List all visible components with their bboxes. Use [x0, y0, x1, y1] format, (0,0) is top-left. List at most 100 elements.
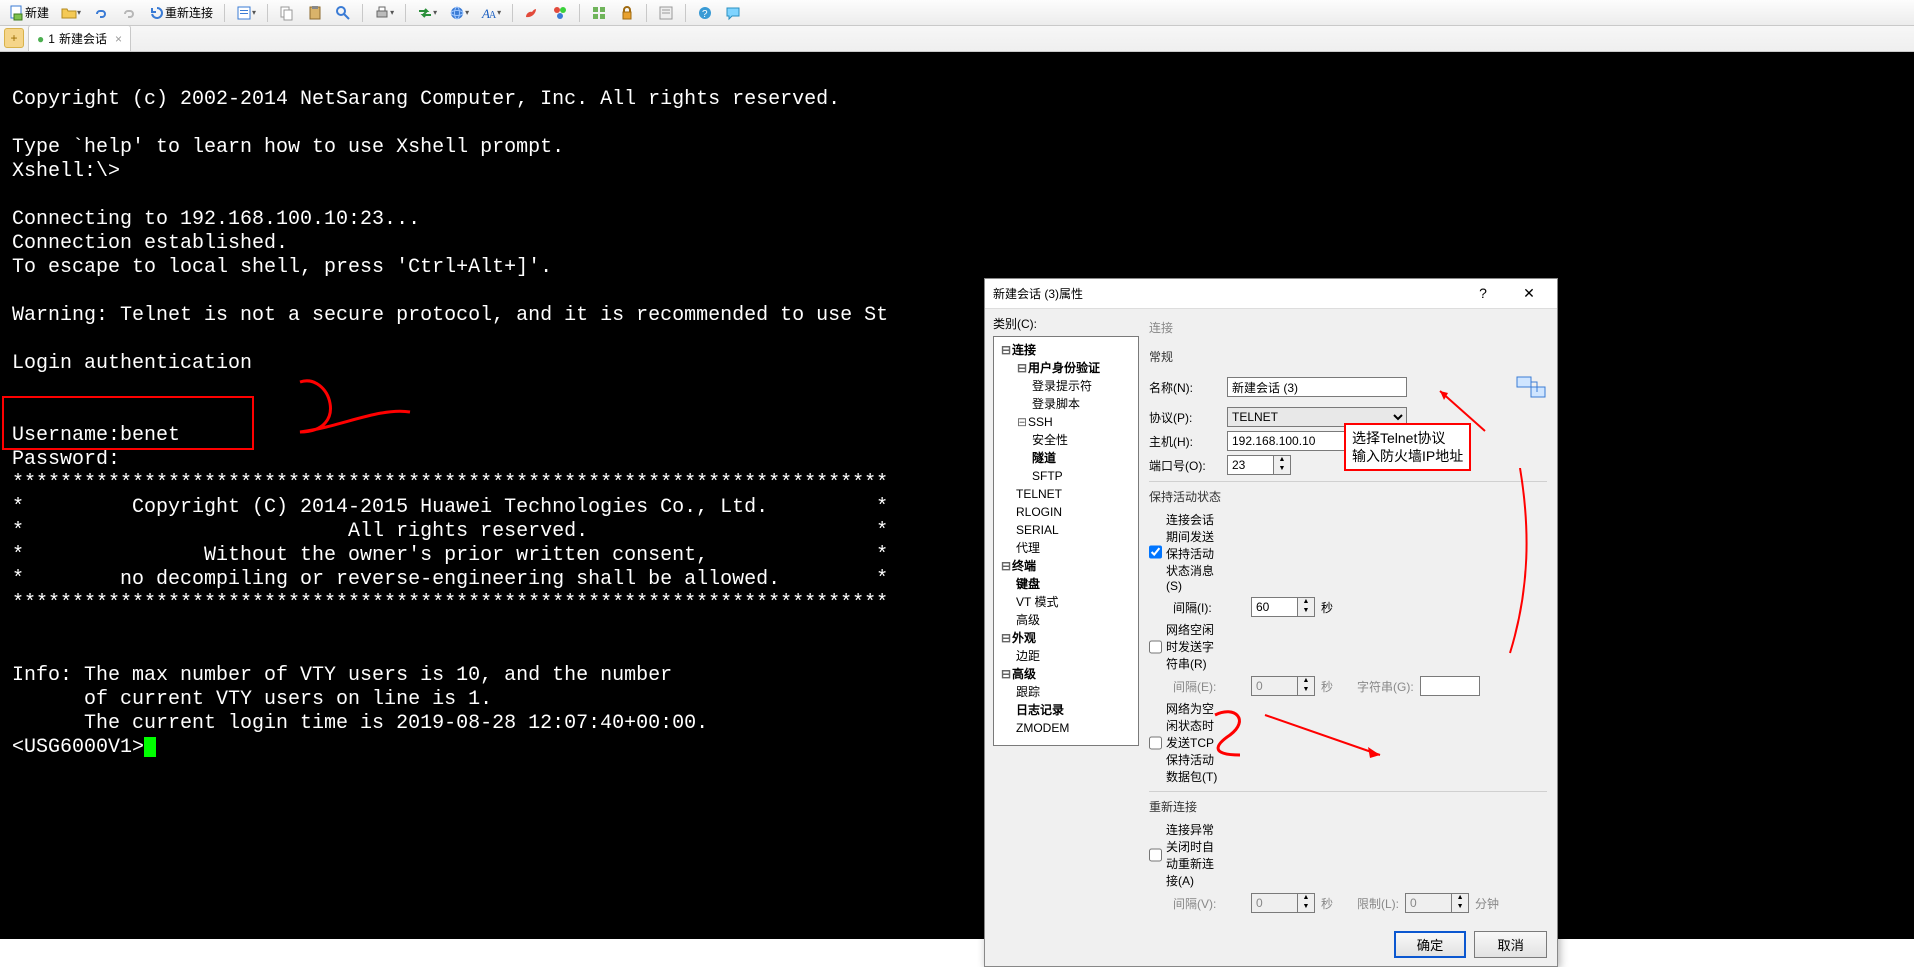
- toolbar-separator: [512, 4, 513, 22]
- tcp-keepalive-checkbox[interactable]: 网络为空闲状态时发送TCP保持活动数据包(T): [1149, 700, 1221, 785]
- tab-label: 新建会话: [59, 30, 107, 47]
- tree-sftp: SFTP: [1000, 467, 1134, 485]
- tree-ssh: ⊟SSH: [1000, 413, 1134, 431]
- idle-string-checkbox[interactable]: 网络空闲时发送字符串(R): [1149, 621, 1221, 672]
- chat-button[interactable]: [720, 2, 746, 24]
- dialog-close-button[interactable]: ✕: [1509, 285, 1549, 302]
- properties-icon: [236, 5, 252, 21]
- name-label: 名称(N):: [1149, 379, 1221, 396]
- term-line: Password:: [12, 448, 120, 471]
- font-button[interactable]: AA▾: [476, 2, 506, 24]
- string-input: [1420, 676, 1480, 696]
- print-button[interactable]: ▾: [369, 2, 399, 24]
- main-toolbar: 新建 ▾ 重新连接 ▾ ▾ ▾ ▾ AA▾ ?: [0, 0, 1914, 26]
- search-icon: [335, 5, 351, 21]
- toolbar-separator: [646, 4, 647, 22]
- interval-e-spinner: ▲▼: [1251, 676, 1315, 696]
- interval-v-label: 间隔(V):: [1173, 895, 1245, 912]
- auto-reconnect-checkbox[interactable]: 连接异常关闭时自动重新连接(A): [1149, 821, 1221, 889]
- toolbar-separator: [579, 4, 580, 22]
- term-line: To escape to local shell, press 'Ctrl+Al…: [12, 256, 552, 279]
- seconds-label: 秒: [1321, 895, 1333, 912]
- lock-button[interactable]: [614, 2, 640, 24]
- properties-button[interactable]: ▾: [231, 2, 261, 24]
- session-tab-1[interactable]: ● 1 新建会话 ×: [28, 25, 131, 51]
- interval-i-spinner[interactable]: ▲▼: [1251, 597, 1315, 617]
- ok-button[interactable]: 确定: [1394, 931, 1467, 958]
- term-line: Type `help' to learn how to use Xshell p…: [12, 136, 564, 159]
- group-general: 常规: [1149, 342, 1547, 367]
- interval-v-spinner: ▲▼: [1251, 893, 1315, 913]
- term-line: Info: The max number of VTY users is 10,…: [12, 664, 672, 687]
- protocol-label: 协议(P):: [1149, 409, 1221, 426]
- term-line: * All rights reserved. *: [12, 520, 888, 543]
- string-label: 字符串(G):: [1357, 678, 1414, 695]
- tree-proxy: 代理: [1000, 539, 1134, 557]
- printer-icon: [374, 5, 390, 21]
- seconds-label: 秒: [1321, 599, 1333, 616]
- tree-connection: ⊟连接: [1000, 341, 1134, 359]
- script-button[interactable]: [519, 2, 545, 24]
- tree-telnet: TELNET: [1000, 485, 1134, 503]
- term-line: Xshell:\>: [12, 160, 120, 183]
- new-button[interactable]: 新建: [4, 2, 54, 24]
- lock-icon: [619, 5, 635, 21]
- tree-zmodem: ZMODEM: [1000, 719, 1134, 737]
- transfer-icon: [417, 5, 433, 21]
- copy-button[interactable]: [274, 2, 300, 24]
- term-line: * no decompiling or reverse-engineering …: [12, 568, 888, 591]
- palette-icon: [552, 5, 568, 21]
- open-button[interactable]: ▾: [56, 2, 86, 24]
- category-tree[interactable]: ⊟连接 ⊟用户身份验证 登录提示符 登录脚本 ⊟SSH 安全性 隧道 SFTP …: [993, 336, 1139, 746]
- dialog-help-button[interactable]: ?: [1463, 285, 1503, 302]
- dialog-titlebar[interactable]: 新建会话 (3)属性 ? ✕: [985, 279, 1557, 309]
- tab-close-icon[interactable]: ×: [115, 32, 122, 46]
- toolbar-separator: [405, 4, 406, 22]
- reconnect-button[interactable]: 重新连接: [144, 2, 218, 24]
- limit-spinner: ▲▼: [1405, 893, 1469, 913]
- keepalive-checkbox[interactable]: 连接会话期间发送保持活动状态消息(S): [1149, 511, 1221, 593]
- folder-open-icon: [61, 5, 77, 21]
- seconds-label: 秒: [1321, 678, 1333, 695]
- reconnect-label: 重新连接: [165, 4, 213, 21]
- group-keepalive: 保持活动状态: [1149, 482, 1547, 507]
- name-input[interactable]: [1227, 377, 1407, 397]
- color-button[interactable]: [547, 2, 573, 24]
- port-spinner[interactable]: ▲▼: [1227, 455, 1291, 475]
- group-reconnect: 重新连接: [1149, 792, 1547, 817]
- tree-security: 安全性: [1000, 431, 1134, 449]
- tree-appearance: ⊟外观: [1000, 629, 1134, 647]
- callout-line2: 输入防火墙IP地址: [1352, 447, 1463, 465]
- minutes-label: 分钟: [1475, 895, 1499, 912]
- unlink-button[interactable]: [116, 2, 142, 24]
- log-icon: [658, 5, 674, 21]
- find-button[interactable]: [330, 2, 356, 24]
- tree-prompt: 登录提示符: [1000, 377, 1134, 395]
- svg-text:A: A: [489, 10, 497, 21]
- term-line: * Without the owner's prior written cons…: [12, 544, 888, 567]
- log-button[interactable]: [653, 2, 679, 24]
- tree-advanced2: ⊟高级: [1000, 665, 1134, 683]
- toolbar-separator: [685, 4, 686, 22]
- limit-label: 限制(L):: [1357, 895, 1399, 912]
- tree-script: 登录脚本: [1000, 395, 1134, 413]
- term-line: Warning: Telnet is not a secure protocol…: [12, 304, 888, 327]
- tree-advanced: 高级: [1000, 611, 1134, 629]
- tree-vtmode: VT 模式: [1000, 593, 1134, 611]
- paste-button[interactable]: [302, 2, 328, 24]
- tree-terminal: ⊟终端: [1000, 557, 1134, 575]
- spin-down-icon[interactable]: ▼: [1274, 465, 1290, 474]
- add-tab-button[interactable]: +: [4, 28, 24, 48]
- help-button[interactable]: ?: [692, 2, 718, 24]
- web-button[interactable]: ▾: [444, 2, 474, 24]
- interval-i-label: 间隔(I):: [1173, 599, 1245, 616]
- term-line: of current VTY users on line is 1.: [12, 688, 492, 711]
- cancel-button[interactable]: 取消: [1474, 931, 1547, 958]
- spin-up-icon[interactable]: ▲: [1274, 456, 1290, 465]
- term-line: Username:benet: [12, 424, 180, 447]
- link-button[interactable]: [88, 2, 114, 24]
- terminal-output[interactable]: Copyright (c) 2002-2014 NetSarang Comput…: [0, 52, 1914, 939]
- section-header: 连接: [1149, 315, 1547, 342]
- transfer-button[interactable]: ▾: [412, 2, 442, 24]
- grid-button[interactable]: [586, 2, 612, 24]
